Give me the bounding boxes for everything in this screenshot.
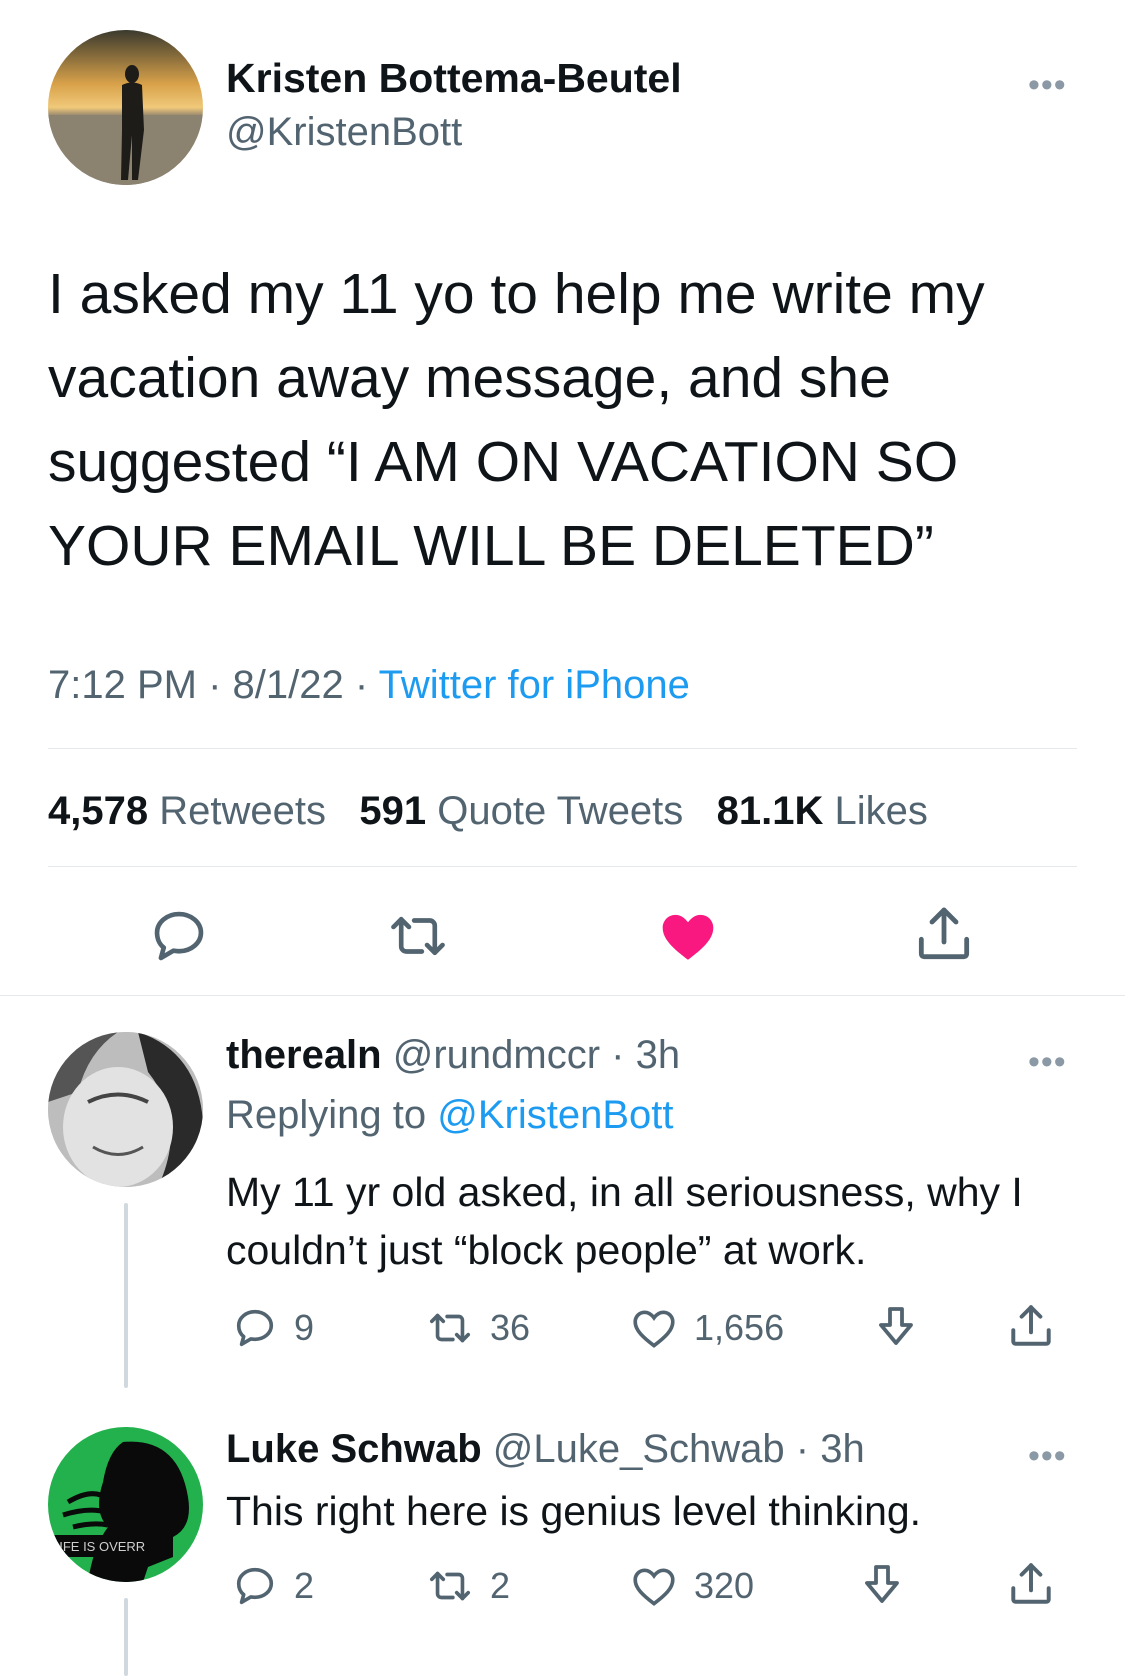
share-button[interactable]	[912, 902, 976, 966]
divider	[48, 866, 1077, 867]
likes-label: Likes	[834, 789, 928, 833]
author-name[interactable]: Kristen Bottema-Beutel	[226, 55, 682, 102]
reply-icon	[236, 1309, 274, 1347]
reply-separator: ·	[795, 1427, 810, 1471]
retweet-icon	[429, 1313, 471, 1343]
heart-icon	[633, 1310, 675, 1348]
quotes-count: 591	[359, 789, 427, 833]
reply-separator: ·	[611, 1033, 625, 1077]
reply-avatar[interactable]	[48, 1032, 203, 1187]
reply-count: 9	[294, 1307, 315, 1348]
tweet-date: 8/1/22	[232, 663, 344, 707]
divider	[48, 748, 1077, 749]
reply-downvote-button[interactable]	[858, 1561, 906, 1609]
author-avatar[interactable]	[48, 30, 203, 185]
reply-text: My 11 yr old asked, in all seriousness, …	[226, 1169, 1023, 1273]
retweets-stat[interactable]: 4,578 Retweets	[48, 789, 337, 833]
replying-to: Replying to @KristenBott	[226, 1093, 674, 1138]
share-icon	[918, 907, 970, 960]
reply-time[interactable]: 3h	[636, 1033, 681, 1077]
reply-downvote-button[interactable]	[872, 1303, 920, 1351]
heart-icon	[633, 1568, 675, 1606]
likes-stat[interactable]: 81.1K Likes	[717, 789, 928, 833]
reply-reply-button[interactable]: 2	[232, 1563, 314, 1609]
like-button[interactable]	[656, 905, 720, 967]
reply-retweet-button[interactable]: 2	[426, 1563, 510, 1609]
tweet-source-link[interactable]: Twitter for iPhone	[379, 663, 690, 707]
avatar-text: LIFE IS OVERR	[52, 1539, 145, 1554]
thread-line	[124, 1598, 128, 1676]
retweet-count: 36	[490, 1307, 531, 1348]
share-icon	[1011, 1305, 1051, 1346]
retweets-count: 4,578	[48, 789, 149, 833]
reply-count: 2	[294, 1565, 315, 1606]
meta-separator: ·	[208, 663, 222, 707]
reply-like-button[interactable]: 1,656	[630, 1305, 784, 1351]
heart-icon	[662, 914, 714, 960]
quotes-stat[interactable]: 591 Quote Tweets	[359, 789, 694, 833]
quotes-label: Quote Tweets	[437, 789, 684, 833]
like-count: 320	[694, 1565, 755, 1606]
share-icon	[1011, 1563, 1051, 1604]
like-count: 1,656	[694, 1307, 785, 1348]
reply-reply-button[interactable]: 9	[232, 1305, 314, 1351]
reply-retweet-button[interactable]: 36	[426, 1305, 530, 1351]
reply-share-button[interactable]	[1006, 1559, 1056, 1609]
reply-header: Luke Schwab @Luke_Schwab · 3h	[226, 1427, 865, 1472]
reply-time[interactable]: 3h	[820, 1427, 865, 1471]
more-icon[interactable]: •••	[1028, 68, 1067, 102]
reply-like-button[interactable]: 320	[630, 1563, 754, 1609]
retweet-icon	[391, 916, 445, 956]
tweet-meta: 7:12 PM · 8/1/22 · Twitter for iPhone	[48, 663, 690, 708]
downvote-icon	[865, 1565, 899, 1603]
tweet-text: I asked my 11 yo to help me write my vac…	[48, 262, 985, 578]
retweet-icon	[429, 1571, 471, 1601]
retweet-count: 2	[490, 1565, 511, 1606]
reply-avatar[interactable]: LIFE IS OVERR	[48, 1427, 203, 1582]
retweet-button[interactable]	[386, 905, 450, 967]
more-icon[interactable]: •••	[1028, 1045, 1067, 1079]
reply-button[interactable]	[148, 905, 210, 967]
likes-count: 81.1K	[716, 789, 824, 833]
replying-to-label: Replying to	[226, 1093, 427, 1137]
tweet-stats: 4,578 Retweets 591 Quote Tweets 81.1K Li…	[48, 789, 928, 834]
reply-author-handle[interactable]: @Luke_Schwab	[493, 1427, 785, 1471]
retweets-label: Retweets	[159, 789, 326, 833]
reply-icon	[154, 911, 204, 961]
section-divider	[0, 995, 1125, 996]
author-handle[interactable]: @KristenBott	[226, 110, 462, 155]
reply-header: therealn @rundmccr · 3h	[226, 1033, 680, 1078]
thread-line	[124, 1203, 128, 1388]
tweet-time: 7:12 PM	[48, 663, 197, 707]
meta-separator: ·	[354, 663, 369, 707]
reply-author-name[interactable]: Luke Schwab	[226, 1427, 482, 1471]
reply-icon	[236, 1567, 274, 1605]
reply-author-handle[interactable]: @rundmccr	[393, 1033, 600, 1077]
more-icon[interactable]: •••	[1028, 1439, 1067, 1473]
reply-author-name[interactable]: therealn	[226, 1033, 382, 1077]
downvote-icon	[879, 1307, 913, 1345]
reply-share-button[interactable]	[1006, 1301, 1056, 1351]
reply-text: This right here is genius level thinking…	[226, 1488, 922, 1534]
replying-to-link[interactable]: @KristenBott	[437, 1093, 673, 1137]
